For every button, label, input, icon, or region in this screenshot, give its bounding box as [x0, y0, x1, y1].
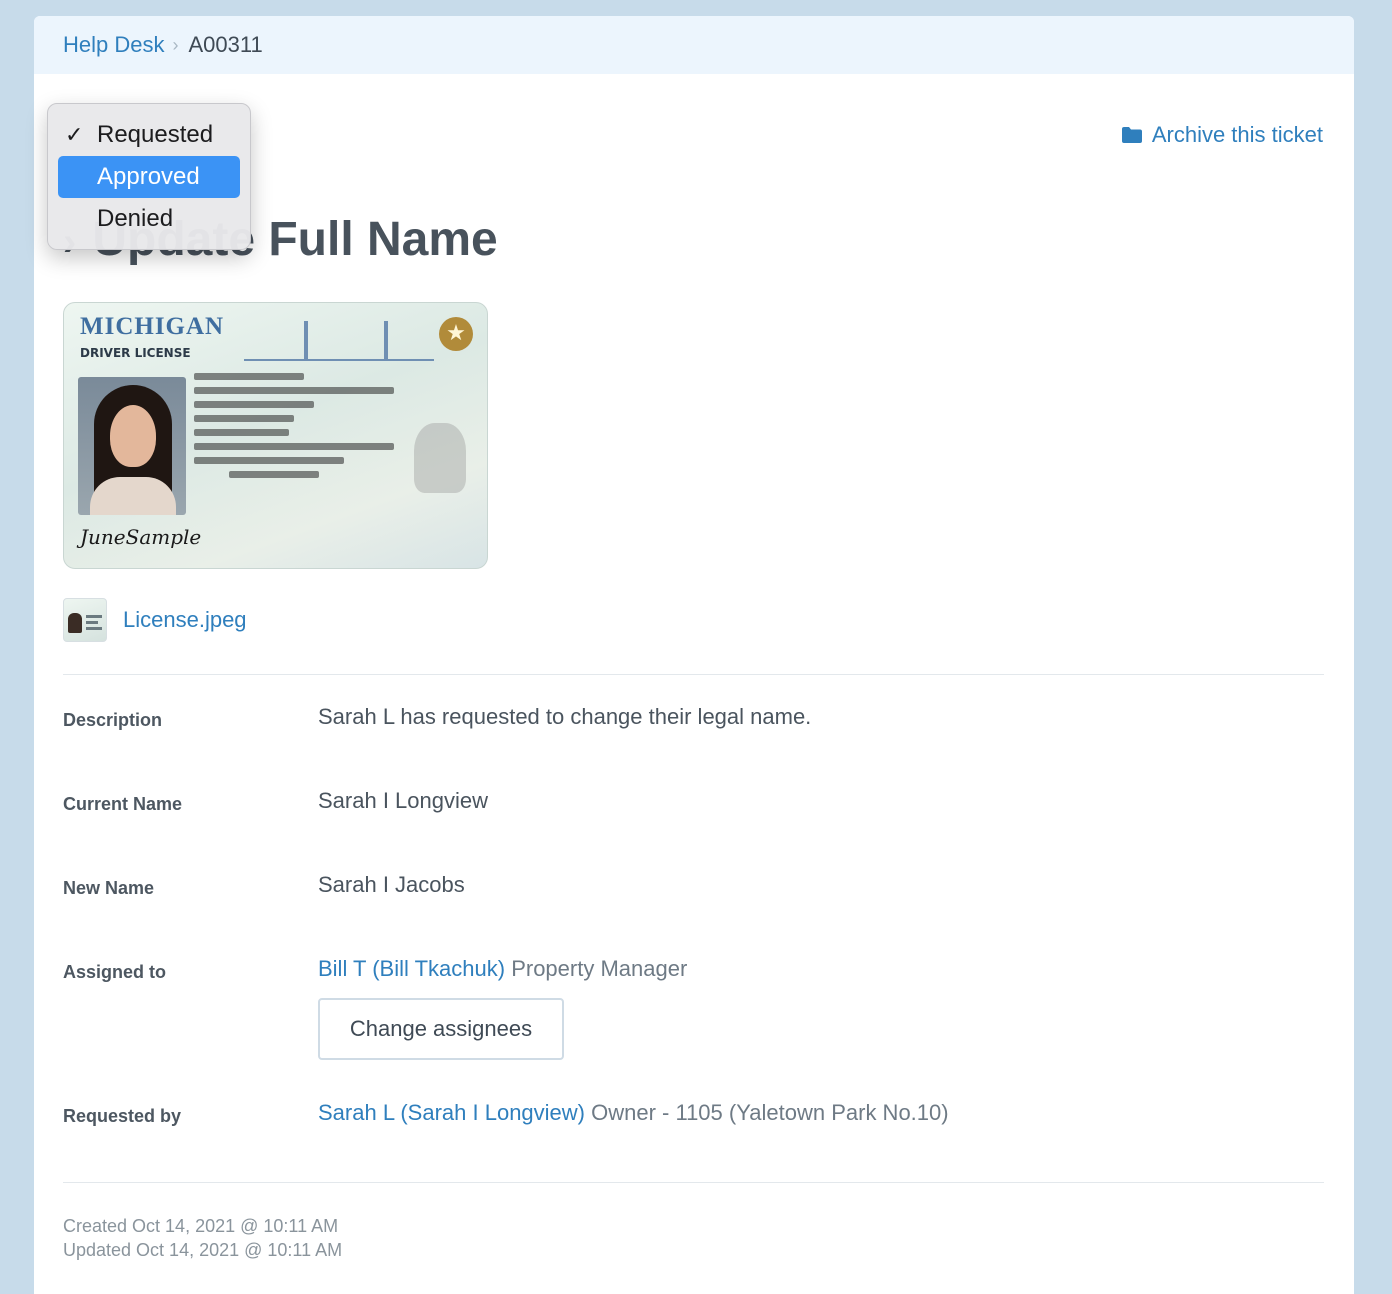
ghost-photo [414, 423, 466, 493]
new-name-label: New Name [63, 878, 155, 898]
license-line [194, 373, 304, 380]
status-option-label: Approved [97, 163, 200, 190]
license-type: DRIVER LICENSE [80, 346, 191, 360]
status-option-approved[interactable]: Approved [58, 156, 240, 198]
footer-divider [63, 1182, 1324, 1183]
checkmark-icon: ✓ [65, 122, 84, 147]
current-name-label: Current Name [63, 794, 183, 814]
archive-ticket-label: Archive this ticket [1151, 122, 1323, 147]
archive-ticket-link[interactable]: Archive this ticket [1121, 122, 1323, 148]
breadcrumb-separator-icon: › [172, 34, 179, 55]
created-timestamp: Created Oct 14, 2021 @ 10:11 AM [63, 1216, 339, 1236]
status-option-requested[interactable]: ✓ Requested [58, 114, 240, 156]
requester-link[interactable]: Sarah L (Sarah I Longview) [318, 1100, 585, 1125]
change-assignees-button[interactable]: Change assignees [318, 998, 564, 1060]
thumbnail-photo [68, 613, 82, 633]
new-name-value: Sarah I Jacobs [318, 872, 465, 897]
license-line [194, 415, 294, 422]
license-state: MICHIGAN [80, 313, 225, 340]
breadcrumb-help-desk-link[interactable]: Help Desk [63, 32, 164, 58]
license-signature: JuneSample [80, 525, 202, 549]
ticket-timestamps: Created Oct 14, 2021 @ 10:11 AM Updated … [63, 1214, 342, 1262]
license-line [229, 471, 319, 478]
assigned-to-label: Assigned to [63, 962, 167, 982]
bridge-tower [384, 321, 388, 361]
license-line [194, 401, 314, 408]
status-dropdown-menu: ✓ Requested Approved Denied [47, 103, 251, 250]
attachment-thumbnail [63, 598, 107, 642]
star-icon: ★ [439, 317, 473, 351]
status-option-denied[interactable]: Denied [58, 198, 240, 240]
thumbnail-line [86, 621, 98, 624]
current-name-value: Sarah I Longview [318, 788, 488, 813]
photo-body [90, 477, 176, 515]
license-line [194, 443, 394, 450]
license-photo [78, 377, 186, 515]
requested-by-label: Requested by [63, 1106, 182, 1126]
description-label: Description [63, 710, 163, 730]
license-line [194, 429, 289, 436]
bridge-tower [304, 321, 308, 361]
license-image[interactable]: MICHIGAN DRIVER LICENSE ★ JuneSample [63, 302, 488, 569]
license-text-lines [194, 373, 404, 485]
description-value: Sarah L has requested to change their le… [318, 704, 812, 729]
breadcrumb-current: A00311 [188, 32, 263, 57]
photo-face [110, 405, 156, 467]
assignee-link[interactable]: Bill T (Bill Tkachuk) [318, 956, 505, 981]
requester-role: Owner - 1105 (Yaletown Park No.10) [591, 1100, 949, 1125]
attachment-filename-link[interactable]: License.jpeg [123, 607, 247, 633]
assignee-role: Property Manager [511, 956, 688, 981]
thumbnail-line [86, 615, 102, 618]
status-option-label: Denied [97, 205, 174, 232]
updated-timestamp: Updated Oct 14, 2021 @ 10:11 AM [63, 1240, 343, 1260]
assigned-to-value: Bill T (Bill Tkachuk) Property Manager [318, 956, 687, 982]
requested-by-value: Sarah L (Sarah I Longview) Owner - 1105 … [318, 1100, 949, 1126]
thumbnail-line [86, 627, 102, 630]
attachment-item[interactable]: License.jpeg [63, 598, 247, 642]
section-divider [63, 674, 1324, 675]
breadcrumb: Help Desk › A00311 [34, 16, 1354, 74]
status-option-label: Requested [97, 121, 214, 148]
bridge-graphic [244, 321, 434, 361]
folder-icon [1121, 127, 1142, 143]
license-line [194, 387, 394, 394]
license-line [194, 457, 344, 464]
